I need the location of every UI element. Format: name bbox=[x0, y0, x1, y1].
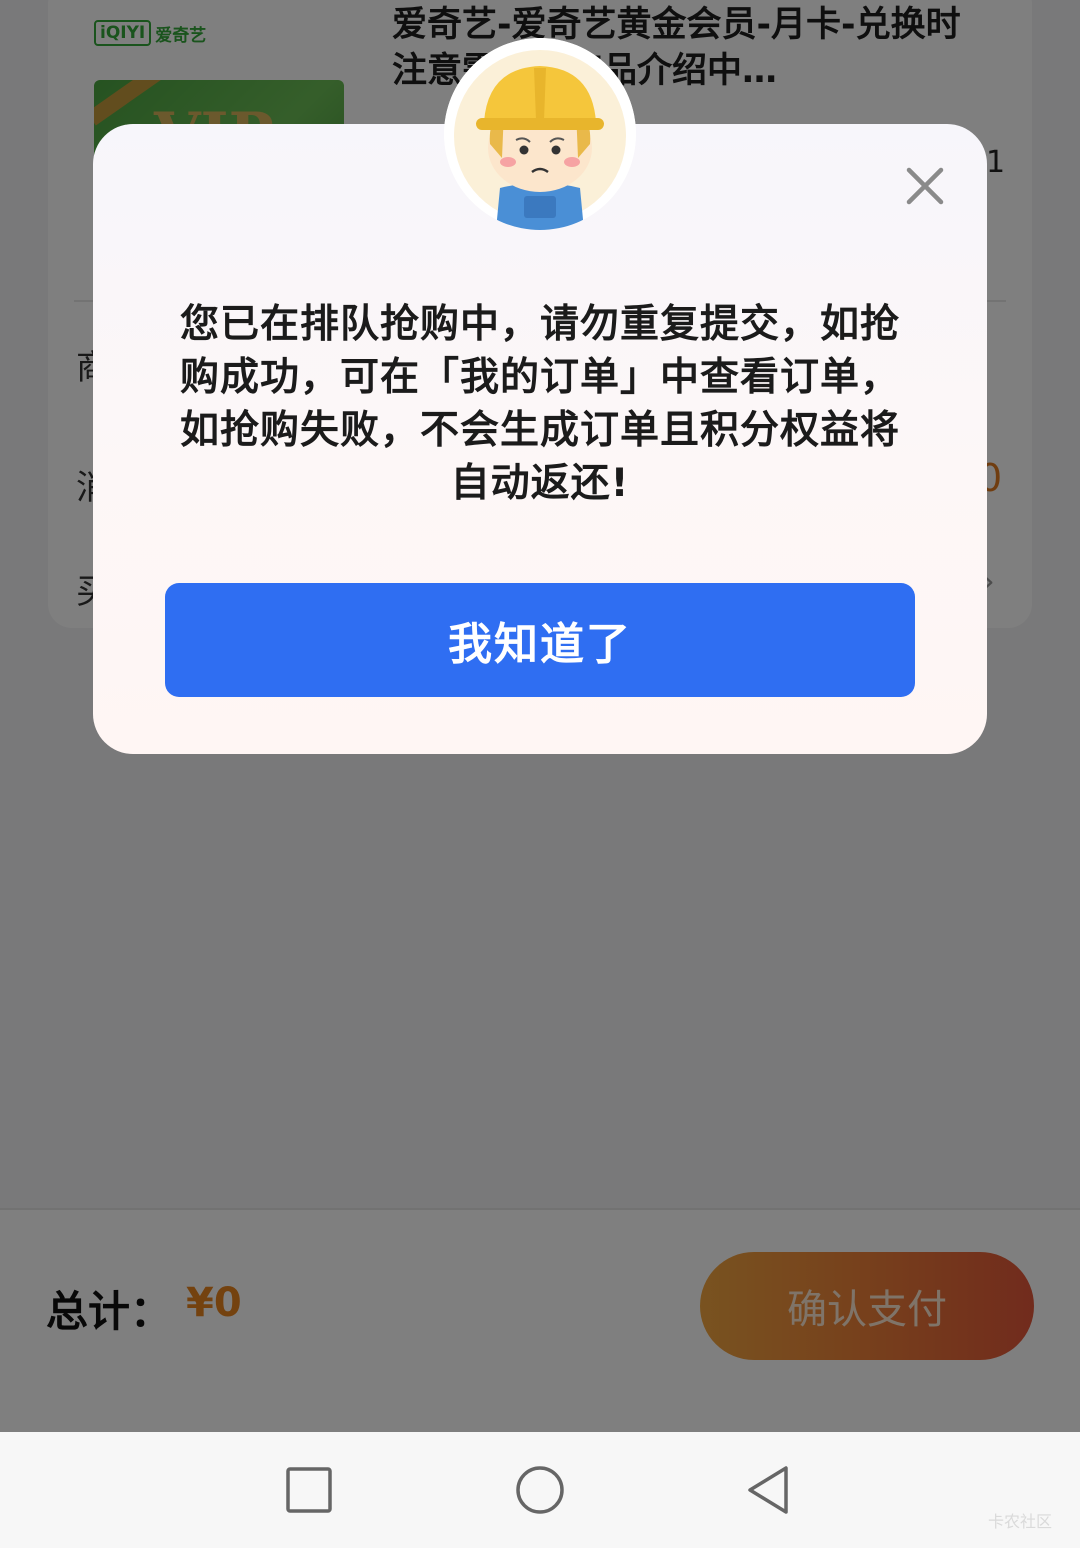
close-icon[interactable] bbox=[904, 165, 946, 207]
home-circle-icon[interactable] bbox=[512, 1462, 568, 1518]
worker-avatar-icon bbox=[444, 38, 636, 230]
recents-square-icon[interactable] bbox=[281, 1462, 337, 1518]
acknowledge-button[interactable]: 我知道了 bbox=[165, 583, 915, 697]
dialog-message: 您已在排队抢购中，请勿重复提交，如抢购成功，可在「我的订单」中查看订单，如抢购失… bbox=[179, 302, 900, 506]
watermark: 卡农社区 bbox=[988, 1512, 1053, 1531]
back-triangle-icon[interactable] bbox=[742, 1462, 798, 1518]
